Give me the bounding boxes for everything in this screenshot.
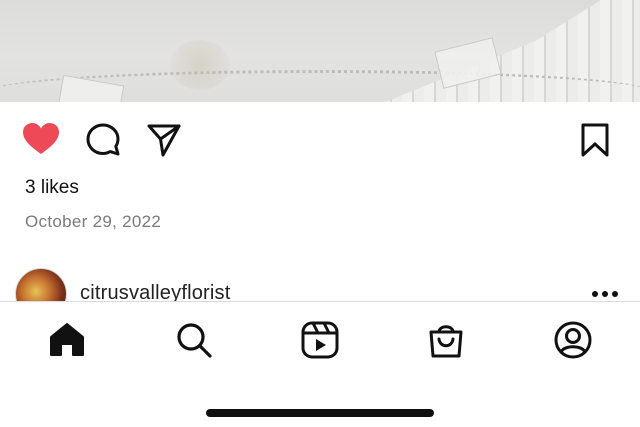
profile-icon[interactable]	[553, 320, 593, 360]
reels-icon[interactable]	[300, 320, 340, 360]
paper-plane-icon[interactable]	[146, 122, 182, 158]
post-image[interactable]	[0, 0, 640, 102]
comment-bubble-icon[interactable]	[85, 122, 121, 158]
home-indicator[interactable]	[206, 409, 434, 417]
bookmark-icon[interactable]	[580, 122, 610, 158]
avatar[interactable]	[15, 268, 67, 302]
search-icon[interactable]	[174, 320, 214, 360]
post-actions	[0, 118, 640, 162]
post-date: October 29, 2022	[25, 212, 162, 231]
next-post-header: citrusvalleyflorist	[0, 262, 640, 302]
home-icon[interactable]	[47, 320, 87, 360]
shopping-bag-icon[interactable]	[426, 320, 466, 360]
heart-icon[interactable]	[22, 122, 60, 156]
more-options-icon[interactable]	[591, 290, 619, 298]
bottom-tab-bar	[0, 302, 640, 378]
likes-count[interactable]: 3 likes	[25, 177, 79, 199]
username[interactable]: citrusvalleyflorist	[80, 282, 231, 302]
